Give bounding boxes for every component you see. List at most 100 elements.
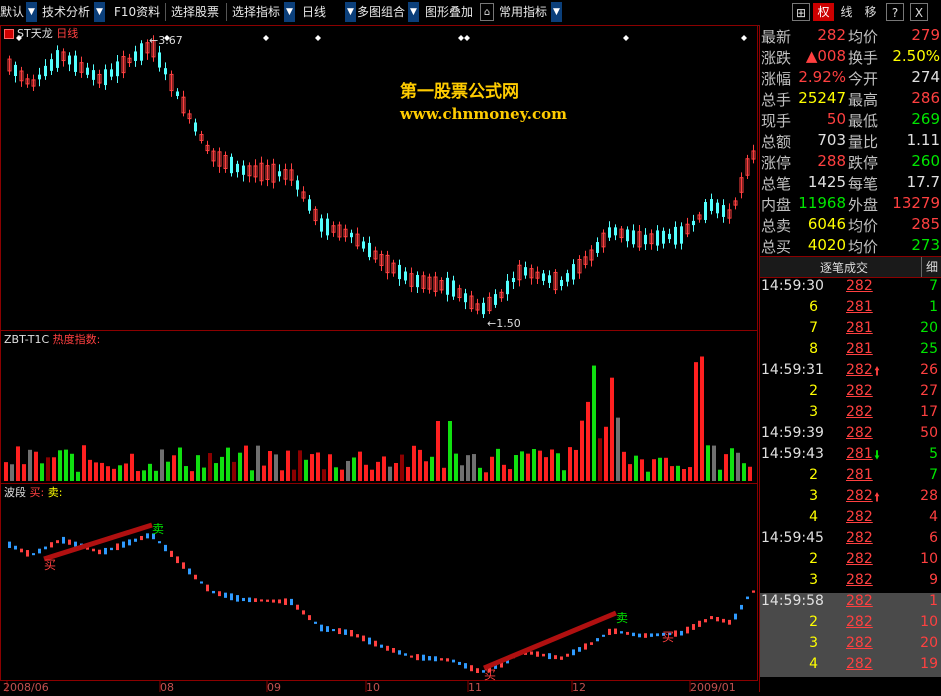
quote-value: 11968 <box>798 194 846 212</box>
candle-body <box>194 122 197 132</box>
wave-candle <box>158 541 161 544</box>
toolbar-tech-analysis-button[interactable]: 技术分析 <box>42 2 90 22</box>
candle-body <box>494 294 497 305</box>
wave-candle <box>254 598 257 602</box>
tick-row: 2 281 7 <box>760 467 941 488</box>
wave-candle <box>50 542 53 548</box>
wave-candle <box>674 630 677 637</box>
tick-time: 14:59:30 <box>761 278 824 294</box>
wave-candle <box>308 615 311 621</box>
wave-candle <box>368 637 371 645</box>
indicator-bar <box>406 466 410 481</box>
tab-quan[interactable]: 权 <box>813 3 834 21</box>
event-marker <box>263 35 269 41</box>
x-axis-label: 2008/06 <box>3 681 49 694</box>
wave-candle <box>746 596 749 600</box>
tick-price: 281 <box>846 320 873 336</box>
wave-candle <box>314 621 317 624</box>
tick-time: 14:59:58 <box>761 593 824 609</box>
tick-seq: 2 <box>809 467 818 483</box>
tick-volume: 20 <box>920 320 938 336</box>
wave-candle <box>692 624 695 630</box>
main-panel-border <box>0 25 758 331</box>
quote-value: 286 <box>911 89 940 107</box>
toolbar-period-button[interactable]: 日线 <box>302 2 326 22</box>
wave-candle <box>428 656 431 661</box>
toolbar-overlay-button[interactable]: 图形叠加 <box>425 2 473 22</box>
candle-body <box>38 74 41 80</box>
tick-price: 281 <box>846 341 873 357</box>
wave-candle <box>374 640 377 647</box>
stock-square-icon <box>4 29 14 39</box>
wave-candle <box>236 595 239 602</box>
wave-candle <box>62 536 65 544</box>
toolbar-select-stock-button[interactable]: 选择股票 <box>171 2 219 22</box>
indicator-bar <box>250 470 254 481</box>
toolbar-default-button[interactable]: 默认 <box>0 2 24 22</box>
wave-candle <box>710 616 713 620</box>
event-marker <box>741 35 747 41</box>
candle-body <box>626 229 629 242</box>
candle-body <box>404 271 407 281</box>
indicator-bar <box>610 377 614 481</box>
chevron-down-icon[interactable]: ▼ <box>26 2 37 22</box>
tab-xian[interactable]: 线 <box>836 3 857 21</box>
help-icon[interactable]: ? <box>886 3 904 21</box>
wave-candle <box>296 604 299 610</box>
chart-area[interactable]: ST天龙 日线 ←3.67 ←1.50 第一股票公式网 www.chnmoney… <box>0 25 758 694</box>
quote-row: 总买 4020 均价 273 <box>760 236 941 257</box>
candle-body <box>452 280 455 297</box>
toolbar-multi-chart-button[interactable]: 多图组合 <box>357 2 405 22</box>
lock-icon[interactable]: ⌂ <box>480 3 494 21</box>
tick-row: 3 282 20 <box>760 635 941 656</box>
tick-detail-button[interactable]: 细 <box>921 257 941 277</box>
indicator-bar <box>454 453 458 481</box>
wave-candle <box>638 633 641 638</box>
indicator-bar <box>82 445 86 481</box>
indicator-bar <box>508 469 512 481</box>
close-icon[interactable]: X <box>910 3 928 21</box>
quote-label: 最低 <box>848 112 879 130</box>
indicator-bar <box>370 469 374 481</box>
wave-candle <box>698 620 701 627</box>
toolbar-f10-button[interactable]: F10资料 <box>114 2 160 22</box>
wave-candle <box>578 647 581 652</box>
chevron-down-icon[interactable]: ▼ <box>345 2 356 22</box>
candle-body <box>668 233 671 240</box>
candle-body <box>566 273 569 282</box>
arrow-up-icon: 🠙 <box>874 364 881 378</box>
chart-canvas[interactable] <box>0 25 758 692</box>
indicator-bar <box>316 452 320 481</box>
wave-candle <box>32 553 35 556</box>
tick-row: 14:59:39 282 50 <box>760 425 941 446</box>
grid-plus-icon[interactable]: ⊞ <box>792 3 810 21</box>
wave-panel-border <box>0 483 758 681</box>
toolbar-common-indicator-button[interactable]: 常用指标 <box>499 2 547 22</box>
candle-body <box>92 70 95 80</box>
chevron-down-icon[interactable]: ▼ <box>551 2 562 22</box>
indicator-bar <box>382 456 386 481</box>
wave-candle <box>146 533 149 539</box>
indicator-bar <box>466 455 470 481</box>
toolbar-select-indicator-button[interactable]: 选择指标 <box>232 2 280 22</box>
tick-price: 282 <box>846 488 873 504</box>
tick-price: 281 <box>846 446 873 462</box>
low-price-label: ←1.50 <box>487 317 521 330</box>
tick-seq: 3 <box>809 404 818 420</box>
quote-value: 17.7 <box>906 173 940 191</box>
candle-body <box>512 277 515 283</box>
tick-volume: 28 <box>920 488 938 504</box>
chevron-down-icon[interactable]: ▼ <box>94 2 105 22</box>
candle-body <box>110 69 113 77</box>
indicator-bar <box>502 464 506 481</box>
chevron-down-icon[interactable]: ▼ <box>284 2 295 22</box>
wave-candle <box>260 599 263 602</box>
tab-yi[interactable]: 移 <box>860 3 881 21</box>
wave-candle <box>416 654 419 661</box>
indicator-bar <box>340 469 344 481</box>
indicator-bar <box>712 445 716 481</box>
chevron-down-icon[interactable]: ▼ <box>408 2 419 22</box>
indicator-bar <box>490 456 494 481</box>
indicator-bar <box>184 466 188 481</box>
wave-candle <box>596 638 599 642</box>
